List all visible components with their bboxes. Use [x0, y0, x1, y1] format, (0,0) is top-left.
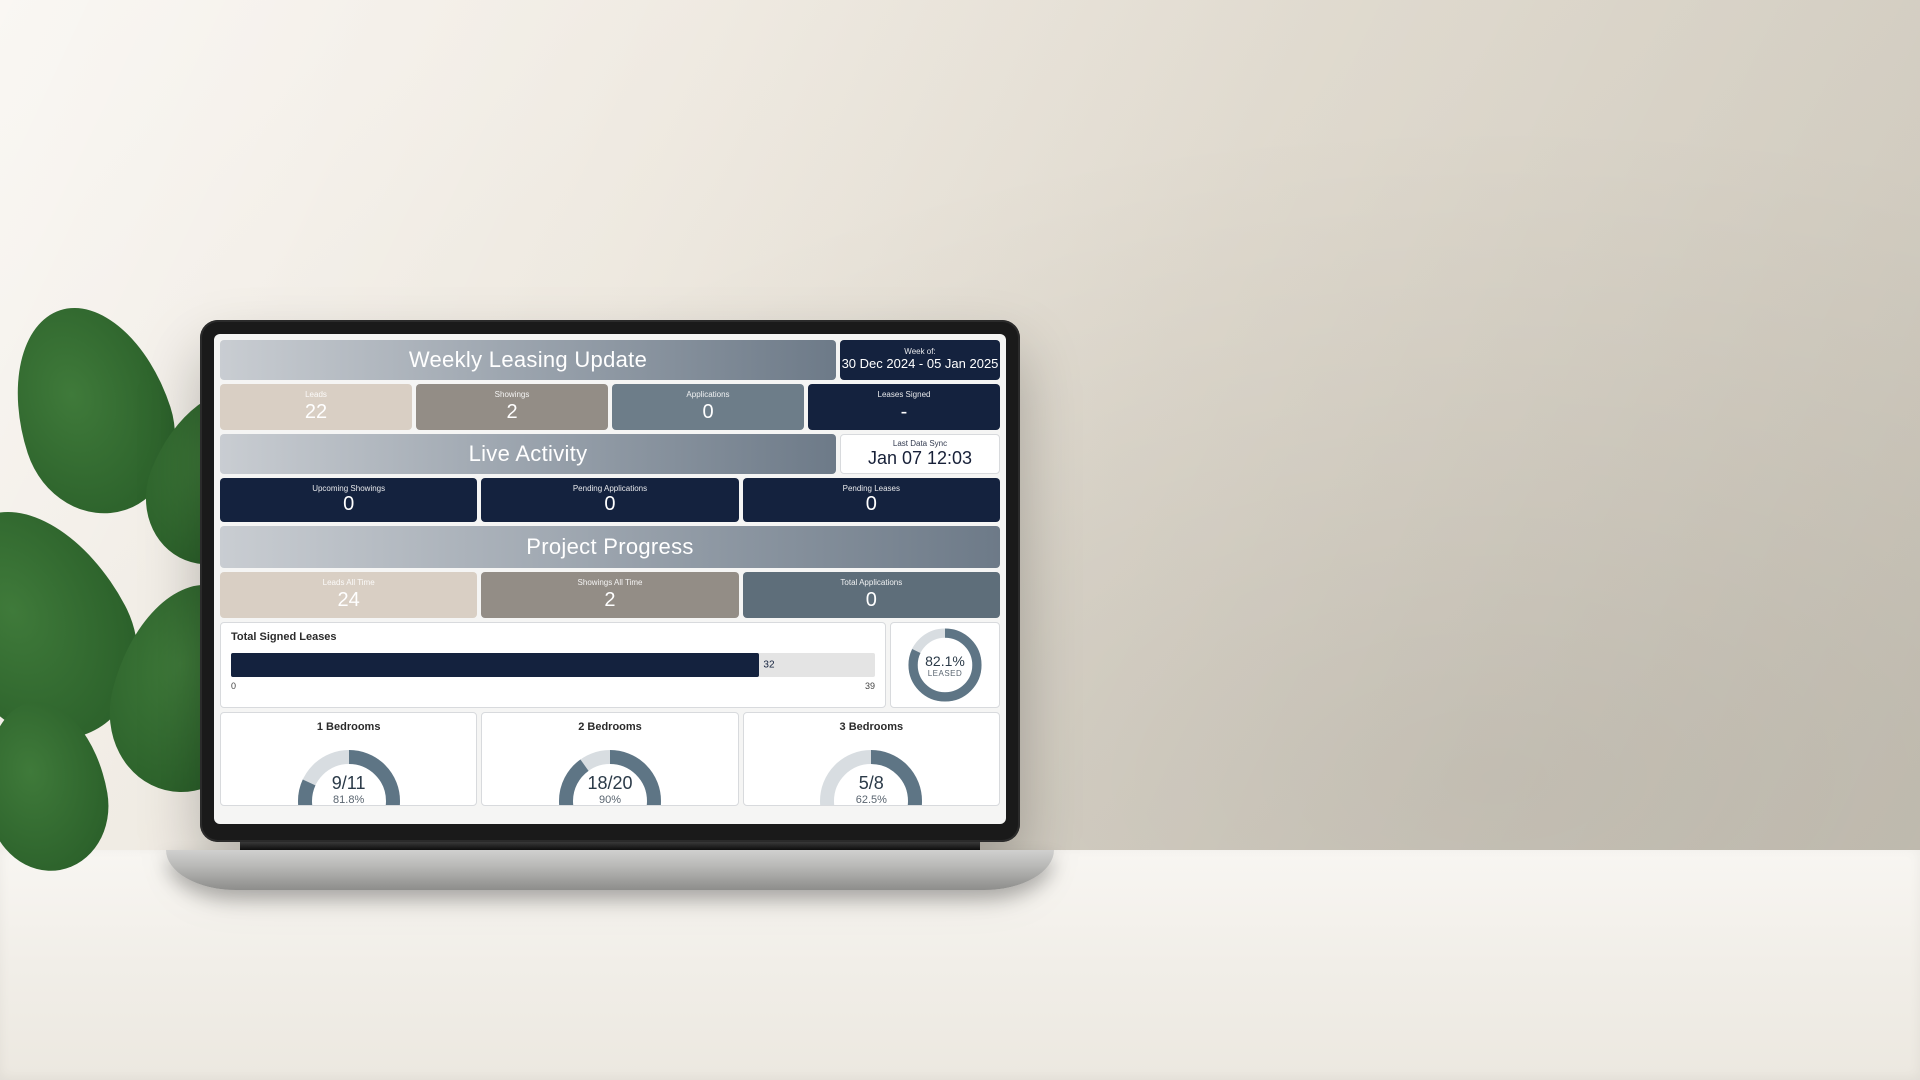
- laptop-keyboard-deck: [166, 850, 1054, 890]
- signed-bar-max: 39: [865, 681, 875, 691]
- project-kpi: Leads All Time 24: [220, 572, 477, 618]
- overall-donut-center: 82.1% LEASED: [903, 623, 987, 707]
- project-kpi-row: Leads All Time 24 Showings All Time 2 Total …: [220, 572, 1000, 618]
- total-signed-card: Total Signed Leases 32 0 39: [220, 622, 886, 708]
- overall-leased-card: 82.1% LEASED: [890, 622, 1000, 708]
- overall-donut: 82.1% LEASED: [903, 623, 987, 707]
- project-kpi: Showings All Time 2: [481, 572, 738, 618]
- bedroom-percent: 62.5%: [811, 794, 931, 805]
- laptop-screen-bezel: Weekly Leasing Update Week of: 30 Dec 20…: [200, 320, 1020, 842]
- bedroom-donut-center: 18/2090%: [550, 773, 670, 805]
- last-sync-value: Jan 07 12:03: [868, 448, 972, 469]
- kpi-value: 0: [866, 589, 877, 611]
- week-range: 30 Dec 2024 - 05 Jan 2025: [842, 356, 999, 373]
- bedroom-title: 1 Bedrooms: [317, 721, 381, 733]
- dashboard-title: Weekly Leasing Update: [220, 340, 836, 380]
- weekly-kpi: Applications 0: [612, 384, 804, 430]
- overall-donut-sublabel: LEASED: [928, 669, 963, 678]
- last-sync-panel: Last Data Sync Jan 07 12:03: [840, 434, 1000, 474]
- bedroom-donut: 5/862.5%: [811, 741, 931, 805]
- week-of-label: Week of:: [904, 348, 935, 356]
- weekly-kpi: Leases Signed -: [808, 384, 1000, 430]
- kpi-value: 2: [604, 589, 615, 611]
- kpi-label: Showings All Time: [578, 579, 643, 587]
- total-signed-title: Total Signed Leases: [231, 631, 875, 643]
- laptop-hinge: [240, 842, 980, 850]
- bedrooms-row: 1 Bedrooms 9/1181.8% 2 Bedrooms 18/2090% 3 B…: [220, 712, 1000, 806]
- bedroom-donut: 18/2090%: [550, 741, 670, 805]
- laptop-screen: Weekly Leasing Update Week of: 30 Dec 20…: [214, 334, 1006, 824]
- kpi-value: 0: [866, 493, 877, 515]
- live-kpi: Pending Leases0: [743, 478, 1000, 522]
- bedroom-title: 2 Bedrooms: [578, 721, 642, 733]
- live-header-row: Live Activity Last Data Sync Jan 07 12:0…: [220, 434, 1000, 474]
- kpi-label: Leases Signed: [878, 391, 931, 399]
- bedroom-donut-center: 9/1181.8%: [289, 773, 409, 805]
- project-header-row: Project Progress: [220, 526, 1000, 568]
- signed-row: Total Signed Leases 32 0 39: [220, 622, 1000, 708]
- laptop: Weekly Leasing Update Week of: 30 Dec 20…: [200, 320, 1020, 890]
- week-of-panel: Week of: 30 Dec 2024 - 05 Jan 2025: [840, 340, 1000, 380]
- kpi-label: Showings: [495, 391, 530, 399]
- kpi-value: 2: [506, 401, 517, 423]
- bedroom-card: 2 Bedrooms 18/2090%: [481, 712, 738, 806]
- kpi-label: Pending Leases: [843, 485, 900, 493]
- signed-bar-track: 32: [231, 653, 875, 677]
- bedroom-ratio: 9/11: [289, 773, 409, 794]
- kpi-label: Upcoming Showings: [312, 485, 385, 493]
- bedroom-ratio: 18/20: [550, 773, 670, 794]
- weekly-kpi: Showings 2: [416, 384, 608, 430]
- kpi-value: 22: [305, 401, 327, 423]
- bedroom-card: 1 Bedrooms 9/1181.8%: [220, 712, 477, 806]
- bedroom-percent: 90%: [550, 794, 670, 805]
- kpi-label: Pending Applications: [573, 485, 647, 493]
- bedroom-title: 3 Bedrooms: [840, 721, 904, 733]
- live-activity-title: Live Activity: [220, 434, 836, 474]
- kpi-label: Applications: [686, 391, 729, 399]
- kpi-label: Leads: [305, 391, 327, 399]
- project-kpi: Total Applications 0: [743, 572, 1000, 618]
- bedroom-card: 3 Bedrooms 5/862.5%: [743, 712, 1000, 806]
- signed-bar-fill: [231, 653, 759, 677]
- last-sync-label: Last Data Sync: [893, 440, 947, 448]
- kpi-label: Total Applications: [840, 579, 902, 587]
- weekly-kpi-row: Leads 22 Showings 2 Applications 0 Leases Sign…: [220, 384, 1000, 430]
- signed-bar-min: 0: [231, 681, 236, 691]
- live-kpi-row: Upcoming Showings0Pending Applications0P…: [220, 478, 1000, 522]
- kpi-value: -: [901, 401, 908, 423]
- signed-bar-value-label: 32: [763, 660, 774, 671]
- live-kpi: Upcoming Showings0: [220, 478, 477, 522]
- bedroom-percent: 81.8%: [289, 794, 409, 805]
- dashboard: Weekly Leasing Update Week of: 30 Dec 20…: [214, 334, 1006, 824]
- header-row: Weekly Leasing Update Week of: 30 Dec 20…: [220, 340, 1000, 380]
- kpi-value: 0: [343, 493, 354, 515]
- project-progress-title: Project Progress: [220, 526, 1000, 568]
- kpi-value: 0: [604, 493, 615, 515]
- bedroom-donut-center: 5/862.5%: [811, 773, 931, 805]
- kpi-label: Leads All Time: [323, 579, 375, 587]
- kpi-value: 24: [338, 589, 360, 611]
- kpi-value: 0: [702, 401, 713, 423]
- signed-bar-axis: 0 39: [231, 681, 875, 691]
- overall-donut-percent: 82.1%: [925, 653, 965, 669]
- bedroom-donut: 9/1181.8%: [289, 741, 409, 805]
- bedroom-ratio: 5/8: [811, 773, 931, 794]
- live-kpi: Pending Applications0: [481, 478, 738, 522]
- weekly-kpi: Leads 22: [220, 384, 412, 430]
